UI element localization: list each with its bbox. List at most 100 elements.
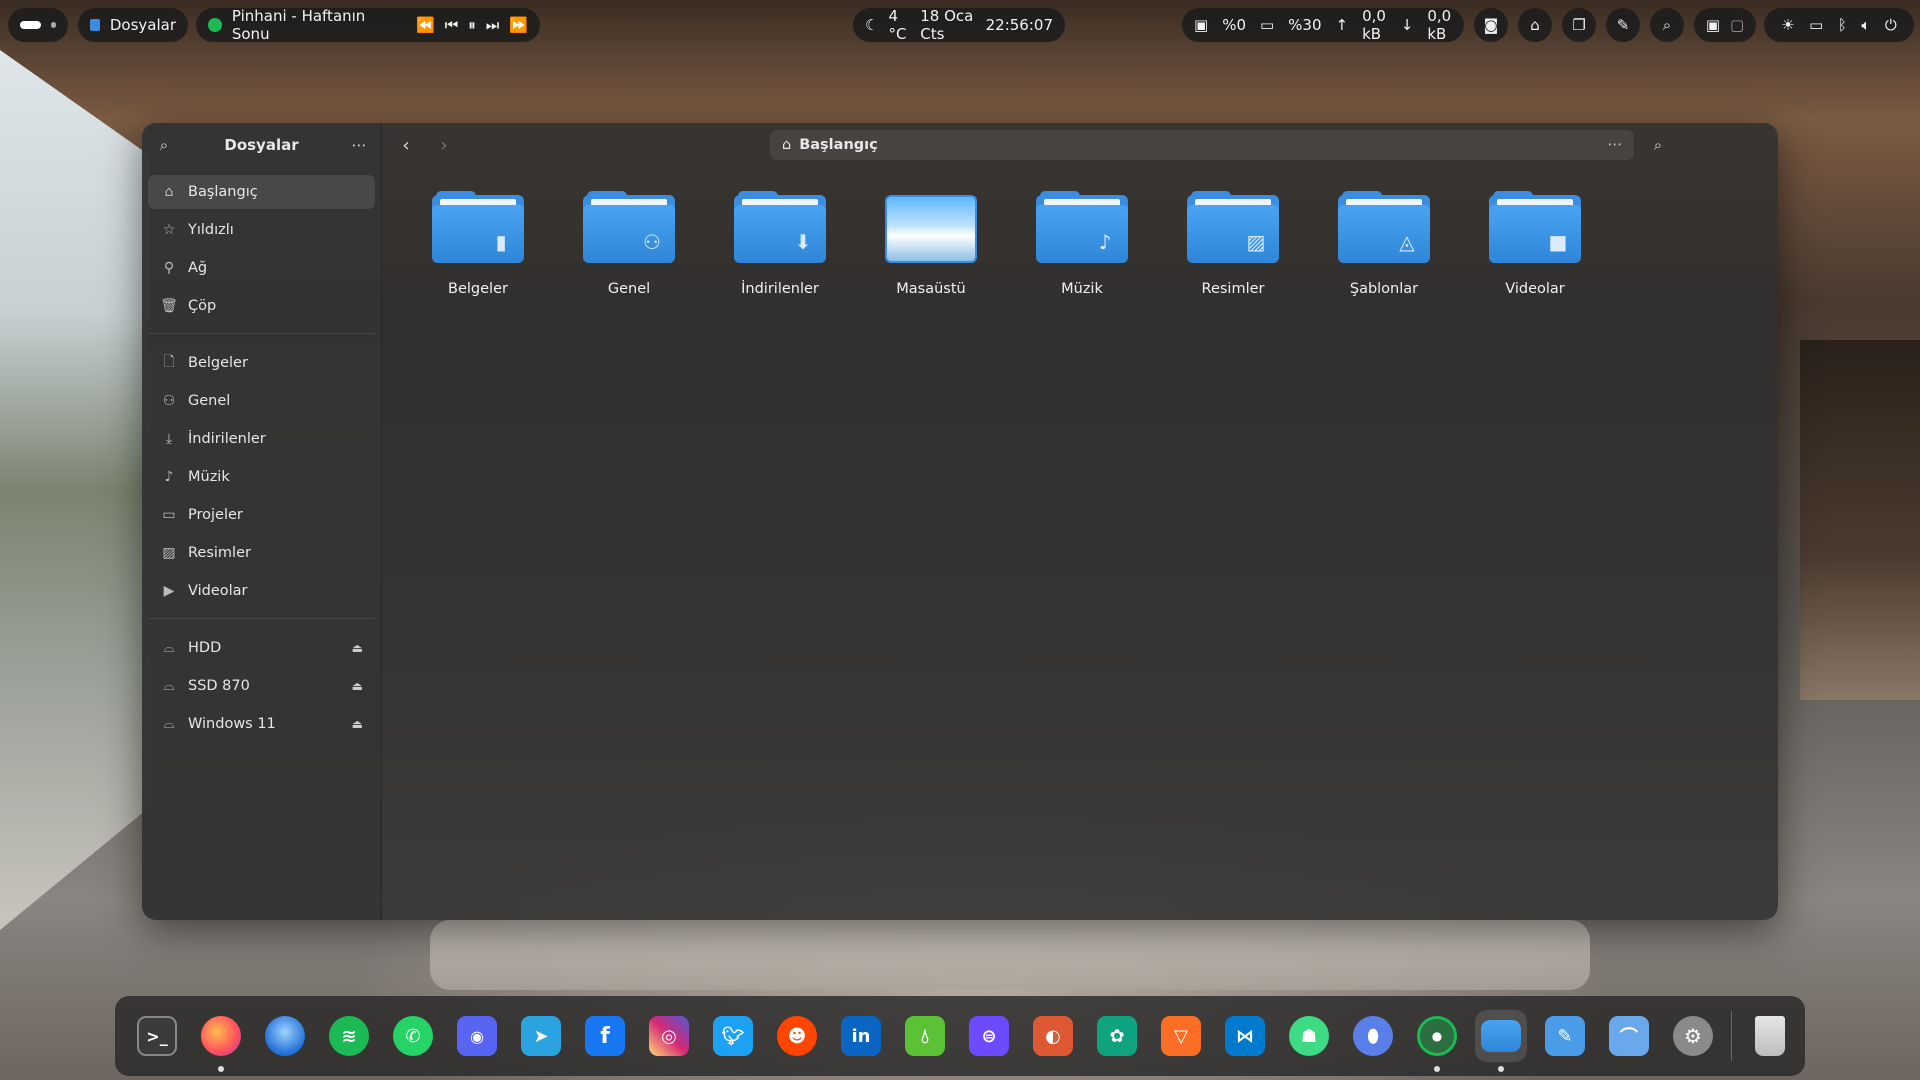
sidebar-item-network[interactable]: ⚲ Ağ — [148, 251, 375, 285]
folder-icon: ♪ — [1036, 191, 1128, 263]
terminal-icon: >_ — [137, 1016, 177, 1056]
linkedin-icon: in — [841, 1016, 881, 1056]
sidebar-item-label: Belgeler — [188, 355, 248, 371]
sidebar-item-public[interactable]: ⚇ Genel — [148, 384, 375, 418]
media-controls: Pinhani - Haftanın Sonu ⏪ ⏮ ⏸ ⏭ ⏩ — [196, 7, 540, 43]
folder-public[interactable]: ⚇ Genel — [569, 191, 689, 297]
folder-pictures[interactable]: ▨ Resimler — [1173, 191, 1293, 297]
dock-thunderbird[interactable] — [259, 1010, 311, 1062]
sidebar-item-home[interactable]: ⌂ Başlangıç — [148, 175, 375, 209]
eject-icon[interactable]: ⏏ — [352, 641, 363, 655]
search-icon[interactable]: ⌕ — [1650, 8, 1684, 42]
dock-separator — [1731, 1011, 1732, 1061]
activities-button[interactable] — [8, 8, 68, 42]
back-button[interactable]: ‹ — [392, 131, 420, 159]
files-icon — [1481, 1020, 1521, 1052]
seek-forward-icon[interactable]: ⏩ — [509, 16, 528, 34]
dock-discord[interactable]: ◉ — [451, 1010, 503, 1062]
dock-spotify-client[interactable]: ● — [1411, 1010, 1463, 1072]
date-label: 18 Oca Cts — [920, 7, 974, 43]
content-area: ‹ › ⌂ Başlangıç ⋯ ⌕ ☰ ▼ ✕ ▮ Belgeler — [382, 123, 1778, 920]
sidebar-item-starred[interactable]: ☆ Yıldızlı — [148, 213, 375, 247]
dock-telegram[interactable]: ➤ — [515, 1010, 567, 1062]
dock-text-editor[interactable]: ✎ — [1539, 1010, 1591, 1062]
dock-twitter[interactable]: 🐦︎ — [707, 1010, 759, 1062]
dock-chatgpt[interactable]: ✿ — [1091, 1010, 1143, 1062]
thunderbird-icon — [265, 1016, 305, 1056]
dock-terminal[interactable]: >_ — [131, 1010, 183, 1062]
location-menu-icon[interactable]: ⋯ — [1608, 137, 1623, 153]
folder-downloads[interactable]: ⬇ İndirilenler — [720, 191, 840, 297]
sidebar-item-projects[interactable]: ▭ Projeler — [148, 498, 375, 532]
sidebar-item-documents[interactable]: 🗋︎ Belgeler — [148, 346, 375, 380]
sidebar-bookmarks: 🗋︎ Belgeler ⚇ Genel ⤓ İndirilenler ♪ Müz… — [142, 346, 381, 608]
clock[interactable]: ☾ 4 °C 18 Oca Cts 22:56:07 — [853, 7, 1065, 43]
focused-app-menu[interactable]: Dosyalar — [78, 8, 188, 42]
power-icon: ⏻ — [1884, 16, 1897, 34]
folder-templates[interactable]: ◬ Şablonlar — [1324, 191, 1444, 297]
sidebar-item-label: Resimler — [188, 545, 251, 561]
sidebar-item-pictures[interactable]: ▨ Resimler — [148, 536, 375, 570]
pause-icon[interactable]: ⏸ — [468, 16, 476, 34]
eject-icon[interactable]: ⏏ — [352, 717, 363, 731]
dock-software[interactable]: ⌒ — [1603, 1010, 1655, 1062]
system-menu[interactable]: ☀ ▭ ᛒ 🔈︎ ⏻ — [1764, 8, 1914, 42]
dock-whatsapp[interactable]: ✆ — [387, 1010, 439, 1062]
sidebar-item-ssd-870[interactable]: ⌓ SSD 870 ⏏ — [148, 669, 375, 703]
system-monitor[interactable]: ▣ %0 ▭ %30 ↑ 0,0 kB ↓ 0,0 kB — [1182, 7, 1464, 43]
folder-documents[interactable]: ▮ Belgeler — [418, 191, 538, 297]
sidebar-item-hdd[interactable]: ⌓ HDD ⏏ — [148, 631, 375, 665]
dock-android-studio[interactable]: ☗ — [1283, 1010, 1335, 1062]
dock-proton-pass[interactable]: ⊜ — [963, 1010, 1015, 1062]
sidebar-item-downloads[interactable]: ⤓ İndirilenler — [148, 422, 375, 456]
dock-linkedin[interactable]: in — [835, 1010, 887, 1062]
home-icon[interactable]: ⌂ — [1518, 8, 1552, 42]
sidebar-item-trash[interactable]: 🗑︎ Çöp — [148, 289, 375, 323]
sidebar-item-label: Windows 11 — [188, 716, 276, 732]
folder-videos[interactable]: ■ Videolar — [1475, 191, 1595, 297]
search-icon[interactable]: ⌕ — [154, 136, 174, 154]
dock-trash[interactable] — [1744, 1010, 1796, 1062]
folder-music[interactable]: ♪ Müzik — [1022, 191, 1142, 297]
wallpaper-window-view — [0, 50, 150, 930]
sidebar-item-windows-11[interactable]: ⌓ Windows 11 ⏏ — [148, 707, 375, 741]
next-track-icon[interactable]: ⏭ — [486, 16, 500, 34]
folder-desktop[interactable]: Masaüstü — [871, 191, 991, 297]
input-method-icon: ▣ — [1705, 16, 1720, 34]
path-bar[interactable]: ⌂ Başlangıç ⋯ — [770, 130, 1634, 160]
sidebar-item-music[interactable]: ♪ Müzik — [148, 460, 375, 494]
keyboard-layout[interactable]: ▣ ▢ — [1694, 8, 1756, 42]
dock-instagram[interactable]: ◎ — [643, 1010, 695, 1062]
sidebar-item-label: Çöp — [188, 298, 217, 314]
dock-reddit[interactable]: ☻ — [771, 1010, 823, 1062]
forward-button[interactable]: › — [430, 131, 458, 159]
dock-droplet[interactable]: ⬮ — [1347, 1010, 1399, 1062]
cpu-icon: ▣ — [1194, 16, 1209, 34]
previous-track-icon[interactable]: ⏮ — [445, 16, 459, 34]
dock-vscode[interactable]: ⋈ — [1219, 1010, 1271, 1062]
clipboard-icon[interactable]: ❐ — [1562, 8, 1596, 42]
color-picker-icon[interactable]: ✎ — [1606, 8, 1640, 42]
dock-settings[interactable]: ⚙ — [1667, 1010, 1719, 1062]
main-menu-icon[interactable]: ⋯ — [349, 136, 369, 154]
media-title[interactable]: Pinhani - Haftanın Sonu — [232, 7, 406, 43]
dock-gitlab[interactable]: ▽ — [1155, 1010, 1207, 1062]
sidebar-header: ⌕ Dosyalar ⋯ — [142, 123, 381, 167]
eject-icon[interactable]: ⏏ — [352, 679, 363, 693]
dock-facebook[interactable]: f — [579, 1010, 631, 1062]
video-icon: ■ — [1548, 230, 1568, 254]
sidebar-item-videos[interactable]: ▶ Videolar — [148, 574, 375, 608]
drive-icon: ⌓ — [163, 640, 175, 656]
dock-drop[interactable]: 💧︎ — [899, 1010, 951, 1062]
home-icon: ⌂ — [164, 184, 174, 200]
current-location[interactable]: Başlangıç — [799, 137, 878, 153]
seek-back-icon[interactable]: ⏪ — [416, 16, 435, 34]
dock-duckduckgo[interactable]: ◐ — [1027, 1010, 1079, 1062]
cpu-usage: %0 — [1222, 16, 1246, 34]
search-folder-icon[interactable]: ⌕ — [1644, 131, 1672, 159]
folder-icon: ◬ — [1338, 191, 1430, 263]
dock-files[interactable] — [1475, 1010, 1527, 1072]
dock-firefox[interactable] — [195, 1010, 247, 1072]
dock-spotify[interactable]: ≋ — [323, 1010, 375, 1062]
screenshot-icon[interactable]: ◙ — [1474, 8, 1508, 42]
